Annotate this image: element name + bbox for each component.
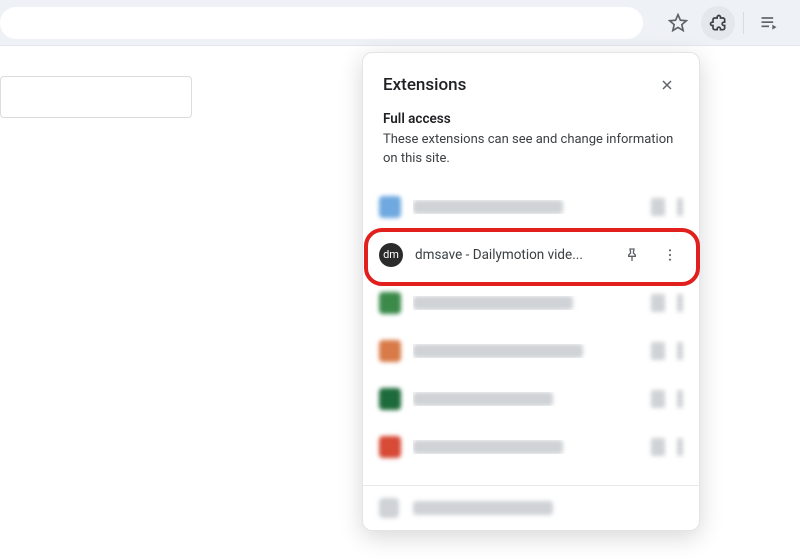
address-bar[interactable] <box>0 7 643 39</box>
extension-row-blurred[interactable] <box>371 423 691 471</box>
extension-icon <box>379 292 401 314</box>
gear-icon <box>379 498 399 518</box>
extension-row-blurred[interactable] <box>371 183 691 231</box>
section-label-full-access: Full access <box>363 109 699 131</box>
pin-icon[interactable] <box>651 342 665 360</box>
extensions-puzzle-button[interactable] <box>701 6 735 40</box>
extension-row-dmsave[interactable]: dm dmsave - Dailymotion vide... <box>371 231 691 279</box>
extensions-list: dm dmsave - Dailymotion vide... <box>363 183 699 479</box>
extension-icon <box>379 340 401 362</box>
extension-name-blurred <box>413 296 573 310</box>
section-description: These extensions can see and change info… <box>363 131 699 183</box>
extension-name: dmsave - Dailymotion vide... <box>415 247 607 263</box>
pin-icon[interactable] <box>619 242 645 268</box>
close-icon[interactable] <box>653 71 681 99</box>
bookmark-star-button[interactable] <box>661 6 695 40</box>
media-playlist-button[interactable] <box>752 6 786 40</box>
extensions-popup: Extensions Full access These extensions … <box>362 52 700 531</box>
manage-extensions-label-blurred <box>413 501 553 515</box>
extension-name-blurred <box>413 200 563 214</box>
pin-icon[interactable] <box>651 198 665 216</box>
more-vert-icon[interactable] <box>677 198 683 216</box>
extension-row-blurred[interactable] <box>371 375 691 423</box>
pin-icon[interactable] <box>651 438 665 456</box>
extension-icon-label: dm <box>383 248 399 261</box>
popup-title: Extensions <box>383 75 466 95</box>
extension-icon-dmsave: dm <box>379 243 403 267</box>
more-vert-icon[interactable] <box>677 294 683 312</box>
extension-name-blurred <box>413 392 553 406</box>
extension-name-blurred <box>413 440 563 454</box>
extension-icon <box>379 388 401 410</box>
extension-row-blurred[interactable] <box>371 327 691 375</box>
pin-icon[interactable] <box>651 294 665 312</box>
manage-extensions-row[interactable] <box>363 486 699 530</box>
more-vert-icon[interactable] <box>677 390 683 408</box>
extension-icon <box>379 196 401 218</box>
extension-name-blurred <box>413 344 583 358</box>
toolbar-separator <box>743 12 744 34</box>
extension-row-blurred[interactable] <box>371 279 691 327</box>
pin-icon[interactable] <box>651 390 665 408</box>
page-search-input[interactable] <box>0 76 192 118</box>
more-vert-icon[interactable] <box>657 242 683 268</box>
more-vert-icon[interactable] <box>677 438 683 456</box>
extension-icon <box>379 436 401 458</box>
more-vert-icon[interactable] <box>677 342 683 360</box>
browser-toolbar <box>0 0 800 46</box>
